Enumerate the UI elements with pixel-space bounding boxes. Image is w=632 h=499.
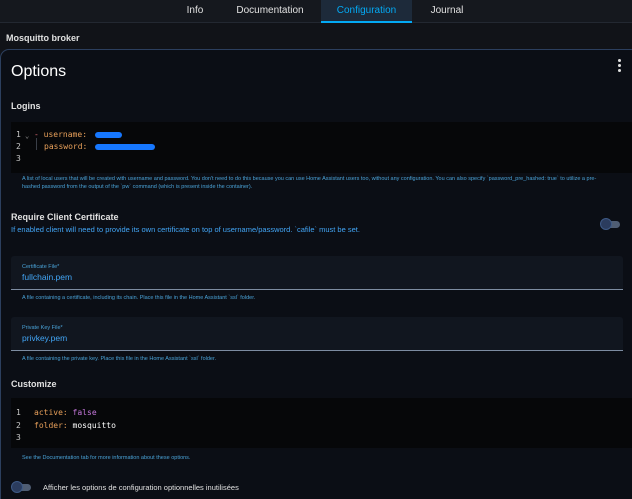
logins-code-editor[interactable]: 1 ⌄ - username: 2 password: 3 [11, 122, 632, 173]
certfile-helper-text: A file containing a certificate, includi… [22, 295, 256, 301]
tab-journal[interactable]: Journal [414, 0, 480, 23]
tab-configuration[interactable]: Configuration [321, 0, 412, 23]
logins-title: Logins [11, 101, 41, 111]
yaml-key: password: [44, 142, 88, 151]
tab-bar: Info Documentation Configuration Journal [0, 0, 632, 23]
certfile-label: Certificate File* [22, 264, 60, 270]
customize-code-editor[interactable]: 1 active: false 2 folder: mosquitto 3 [11, 398, 632, 448]
tab-info[interactable]: Info [170, 0, 220, 23]
keyfile-helper-text: A file containing the private key. Place… [22, 356, 217, 362]
line-number: 3 [16, 154, 21, 163]
customize-title: Customize [11, 379, 57, 389]
line-number: 2 [16, 421, 21, 430]
card-title: Options [11, 63, 67, 80]
tab-documentation[interactable]: Documentation [222, 0, 318, 23]
yaml-value: mosquitto [72, 421, 116, 430]
yaml-value: false [72, 408, 97, 417]
client-cert-toggle[interactable] [600, 218, 622, 230]
redacted-username [94, 131, 122, 138]
client-cert-title: Require Client Certificate [11, 212, 119, 222]
indent-guide [36, 138, 37, 150]
customize-helper-text: See the Documentation tab for more infor… [22, 455, 191, 461]
code-line: 2 folder: mosquitto [11, 420, 632, 432]
show-optional-label: Afficher les options de configuration op… [43, 483, 239, 492]
keyfile-label: Private Key File* [22, 325, 63, 331]
client-cert-description: If enabled client will need to provide i… [11, 225, 360, 234]
redacted-password [95, 143, 156, 150]
line-number: 2 [16, 142, 21, 151]
yaml-key: folder: [34, 421, 68, 430]
line-number: 3 [16, 433, 21, 442]
code-line: 1 ⌄ - username: [11, 129, 632, 141]
code-line: 2 password: [11, 141, 632, 153]
logins-helper-text: A list of local users that will be creat… [22, 176, 597, 190]
yaml-key: username: [43, 130, 88, 139]
code-line: 3 [11, 153, 632, 165]
certfile-field[interactable]: Certificate File* fullchain.pem [11, 256, 623, 290]
code-line: 3 [11, 432, 632, 444]
line-number: 1 [16, 408, 21, 417]
keyfile-value: privkey.pem [22, 333, 68, 343]
keyfile-field[interactable]: Private Key File* privkey.pem [11, 317, 623, 351]
yaml-key: active: [34, 408, 68, 417]
certfile-value: fullchain.pem [22, 272, 73, 282]
page-title: Mosquitto broker [6, 33, 80, 43]
show-optional-toggle[interactable] [11, 481, 33, 493]
dots-vertical-icon[interactable] [614, 58, 624, 72]
code-line: 1 active: false [11, 407, 632, 419]
